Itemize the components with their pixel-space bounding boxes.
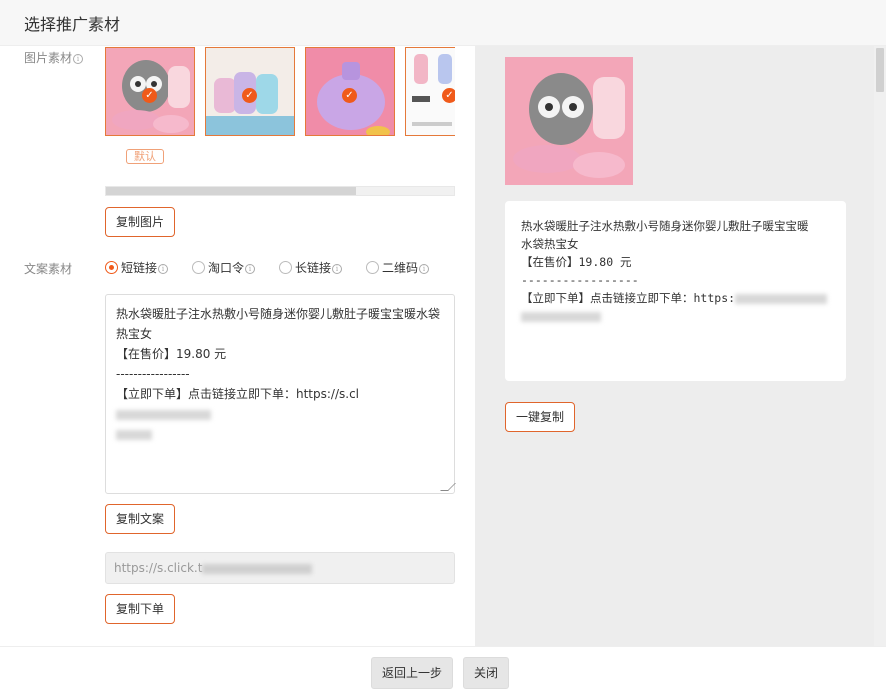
dialog-footer: 返回上一步 关闭 xyxy=(0,646,886,697)
radio-icon xyxy=(105,261,118,274)
preview-panel: 热水袋暖肚子注水热敷小号随身迷你婴儿敷肚子暖宝宝暖 水袋热宝女 【在售价】19.… xyxy=(475,46,874,646)
copy-order-button[interactable]: 复制下单 xyxy=(105,594,175,624)
image-thumbnail-3[interactable]: ✓ xyxy=(305,47,395,136)
left-panel: 图片素材 i ✓ ✓ ✓ ✓ 默认 复制图片 文案素材 短链接 i 淘口令 i … xyxy=(0,46,475,646)
image-thumbnail-4[interactable]: ✓ xyxy=(405,47,455,136)
selected-check-icon: ✓ xyxy=(142,88,157,103)
redacted-blur xyxy=(116,429,152,440)
vertical-scrollbar[interactable] xyxy=(874,46,886,646)
resize-handle-icon[interactable] xyxy=(440,483,456,491)
redacted-blur xyxy=(521,311,601,322)
close-button[interactable]: 关闭 xyxy=(463,657,509,689)
image-thumbnail-1[interactable]: ✓ xyxy=(105,47,195,136)
info-icon[interactable]: i xyxy=(332,264,343,274)
selected-check-icon: ✓ xyxy=(242,88,257,103)
info-icon[interactable]: i xyxy=(245,264,256,274)
radio-qr-code[interactable]: 二维码 i xyxy=(366,259,430,276)
preview-text-card: 热水袋暖肚子注水热敷小号随身迷你婴儿敷肚子暖宝宝暖 水袋热宝女 【在售价】19.… xyxy=(505,201,846,381)
copy-image-button[interactable]: 复制图片 xyxy=(105,207,175,237)
scrollbar-thumb[interactable] xyxy=(106,187,356,195)
preview-order-link-line: 【立即下单】点击链接立即下单：https: xyxy=(521,289,830,307)
copy-text-button[interactable]: 复制文案 xyxy=(105,504,175,534)
dialog-title: 选择推广素材 xyxy=(24,15,121,34)
image-material-label: 图片素材 i xyxy=(24,49,84,66)
preview-image xyxy=(505,57,633,185)
copy-text-area[interactable]: 热水袋暖肚子注水热敷小号随身迷你婴儿敷肚子暖宝宝暖水袋 热宝女 【在售价】19.… xyxy=(105,294,456,494)
radio-icon xyxy=(192,261,205,274)
short-link-input[interactable]: https://s.click.t xyxy=(105,552,455,584)
radio-tao-password[interactable]: 淘口令 i xyxy=(192,259,256,276)
dialog-header: 选择推广素材 xyxy=(0,0,886,46)
order-link-line: 【立即下单】点击链接立即下单：https://s.cl xyxy=(116,384,444,424)
radio-long-link[interactable]: 长链接 i xyxy=(279,259,343,276)
redacted-blur xyxy=(202,563,313,574)
image-thumbnail-2[interactable]: ✓ xyxy=(205,47,295,136)
hot-water-bag-image xyxy=(505,57,633,185)
scrollbar-thumb[interactable] xyxy=(876,48,884,92)
radio-short-link[interactable]: 短链接 i xyxy=(105,259,169,276)
default-tag: 默认 xyxy=(126,149,164,164)
radio-icon xyxy=(366,261,379,274)
back-button[interactable]: 返回上一步 xyxy=(371,657,453,689)
selected-check-icon: ✓ xyxy=(342,88,357,103)
radio-icon xyxy=(279,261,292,274)
info-icon[interactable]: i xyxy=(158,264,169,274)
image-horizontal-scrollbar[interactable] xyxy=(105,186,455,196)
info-icon[interactable]: i xyxy=(73,54,84,64)
one-click-copy-button[interactable]: 一键复制 xyxy=(505,402,575,432)
redacted-blur xyxy=(735,293,828,304)
selected-check-icon: ✓ xyxy=(442,88,455,103)
redacted-blur xyxy=(116,409,211,420)
info-icon[interactable]: i xyxy=(419,264,430,274)
text-material-label: 文案素材 xyxy=(24,262,73,276)
